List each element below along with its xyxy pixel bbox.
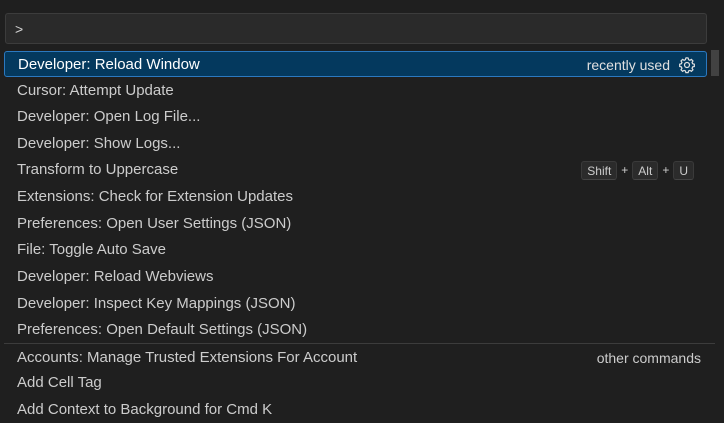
command-palette: Developer: Reload Window recently used C… [0,0,724,418]
group-label-other-commands: other commands [596,350,701,366]
command-label: Developer: Reload Window [18,56,200,73]
command-item-open-user-settings-json[interactable]: Preferences: Open User Settings (JSON) [4,211,707,237]
key-alt: Alt [632,160,659,180]
command-item-manage-trusted-extensions[interactable]: Accounts: Manage Trusted Extensions For … [4,345,707,371]
command-item-check-extension-updates[interactable]: Extensions: Check for Extension Updates [4,184,707,210]
command-item-add-context-background[interactable]: Add Context to Background for Cmd K [4,397,707,423]
command-item-reload-webviews[interactable]: Developer: Reload Webviews [4,264,707,290]
key-shift: Shift [581,160,618,180]
gear-icon[interactable] [678,56,696,74]
command-label: Transform to Uppercase [17,161,179,178]
command-label: Developer: Reload Webviews [17,268,214,285]
command-label: Extensions: Check for Extension Updates [17,188,293,205]
key-u: U [673,160,694,180]
command-item-open-default-settings-json[interactable]: Preferences: Open Default Settings (JSON… [4,317,707,343]
command-label: Accounts: Manage Trusted Extensions For … [17,349,358,366]
command-item-show-logs[interactable]: Developer: Show Logs... [4,131,707,157]
command-input-wrapper [5,13,707,44]
command-label: Add Cell Tag [17,374,102,391]
command-label: Add Context to Background for Cmd K [17,401,273,418]
command-label: Cursor: Attempt Update [17,82,174,99]
command-meta: recently used [587,52,696,78]
command-item-open-log-file[interactable]: Developer: Open Log File... [4,104,707,130]
command-input[interactable] [6,14,706,43]
command-item-transform-uppercase[interactable]: Transform to Uppercase Shift + Alt + U [4,157,707,183]
command-item-reload-window[interactable]: Developer: Reload Window recently used [4,51,707,77]
scrollbar-thumb[interactable] [711,50,719,76]
group-separator [4,343,715,344]
command-label: Developer: Show Logs... [17,135,181,152]
command-item-add-cell-tag[interactable]: Add Cell Tag [4,370,707,396]
key-separator: + [662,163,670,177]
command-label: Preferences: Open Default Settings (JSON… [17,321,308,338]
keybinding: Shift + Alt + U [581,157,694,183]
command-label: File: Toggle Auto Save [17,241,166,258]
recently-used-label: recently used [586,57,670,73]
command-label: Developer: Open Log File... [17,108,201,125]
command-item-attempt-update[interactable]: Cursor: Attempt Update [4,78,707,104]
command-label: Developer: Inspect Key Mappings (JSON) [17,295,296,312]
command-label: Preferences: Open User Settings (JSON) [17,215,292,232]
command-item-inspect-key-mappings[interactable]: Developer: Inspect Key Mappings (JSON) [4,291,707,317]
command-item-toggle-auto-save[interactable]: File: Toggle Auto Save [4,237,707,263]
key-separator: + [621,163,629,177]
